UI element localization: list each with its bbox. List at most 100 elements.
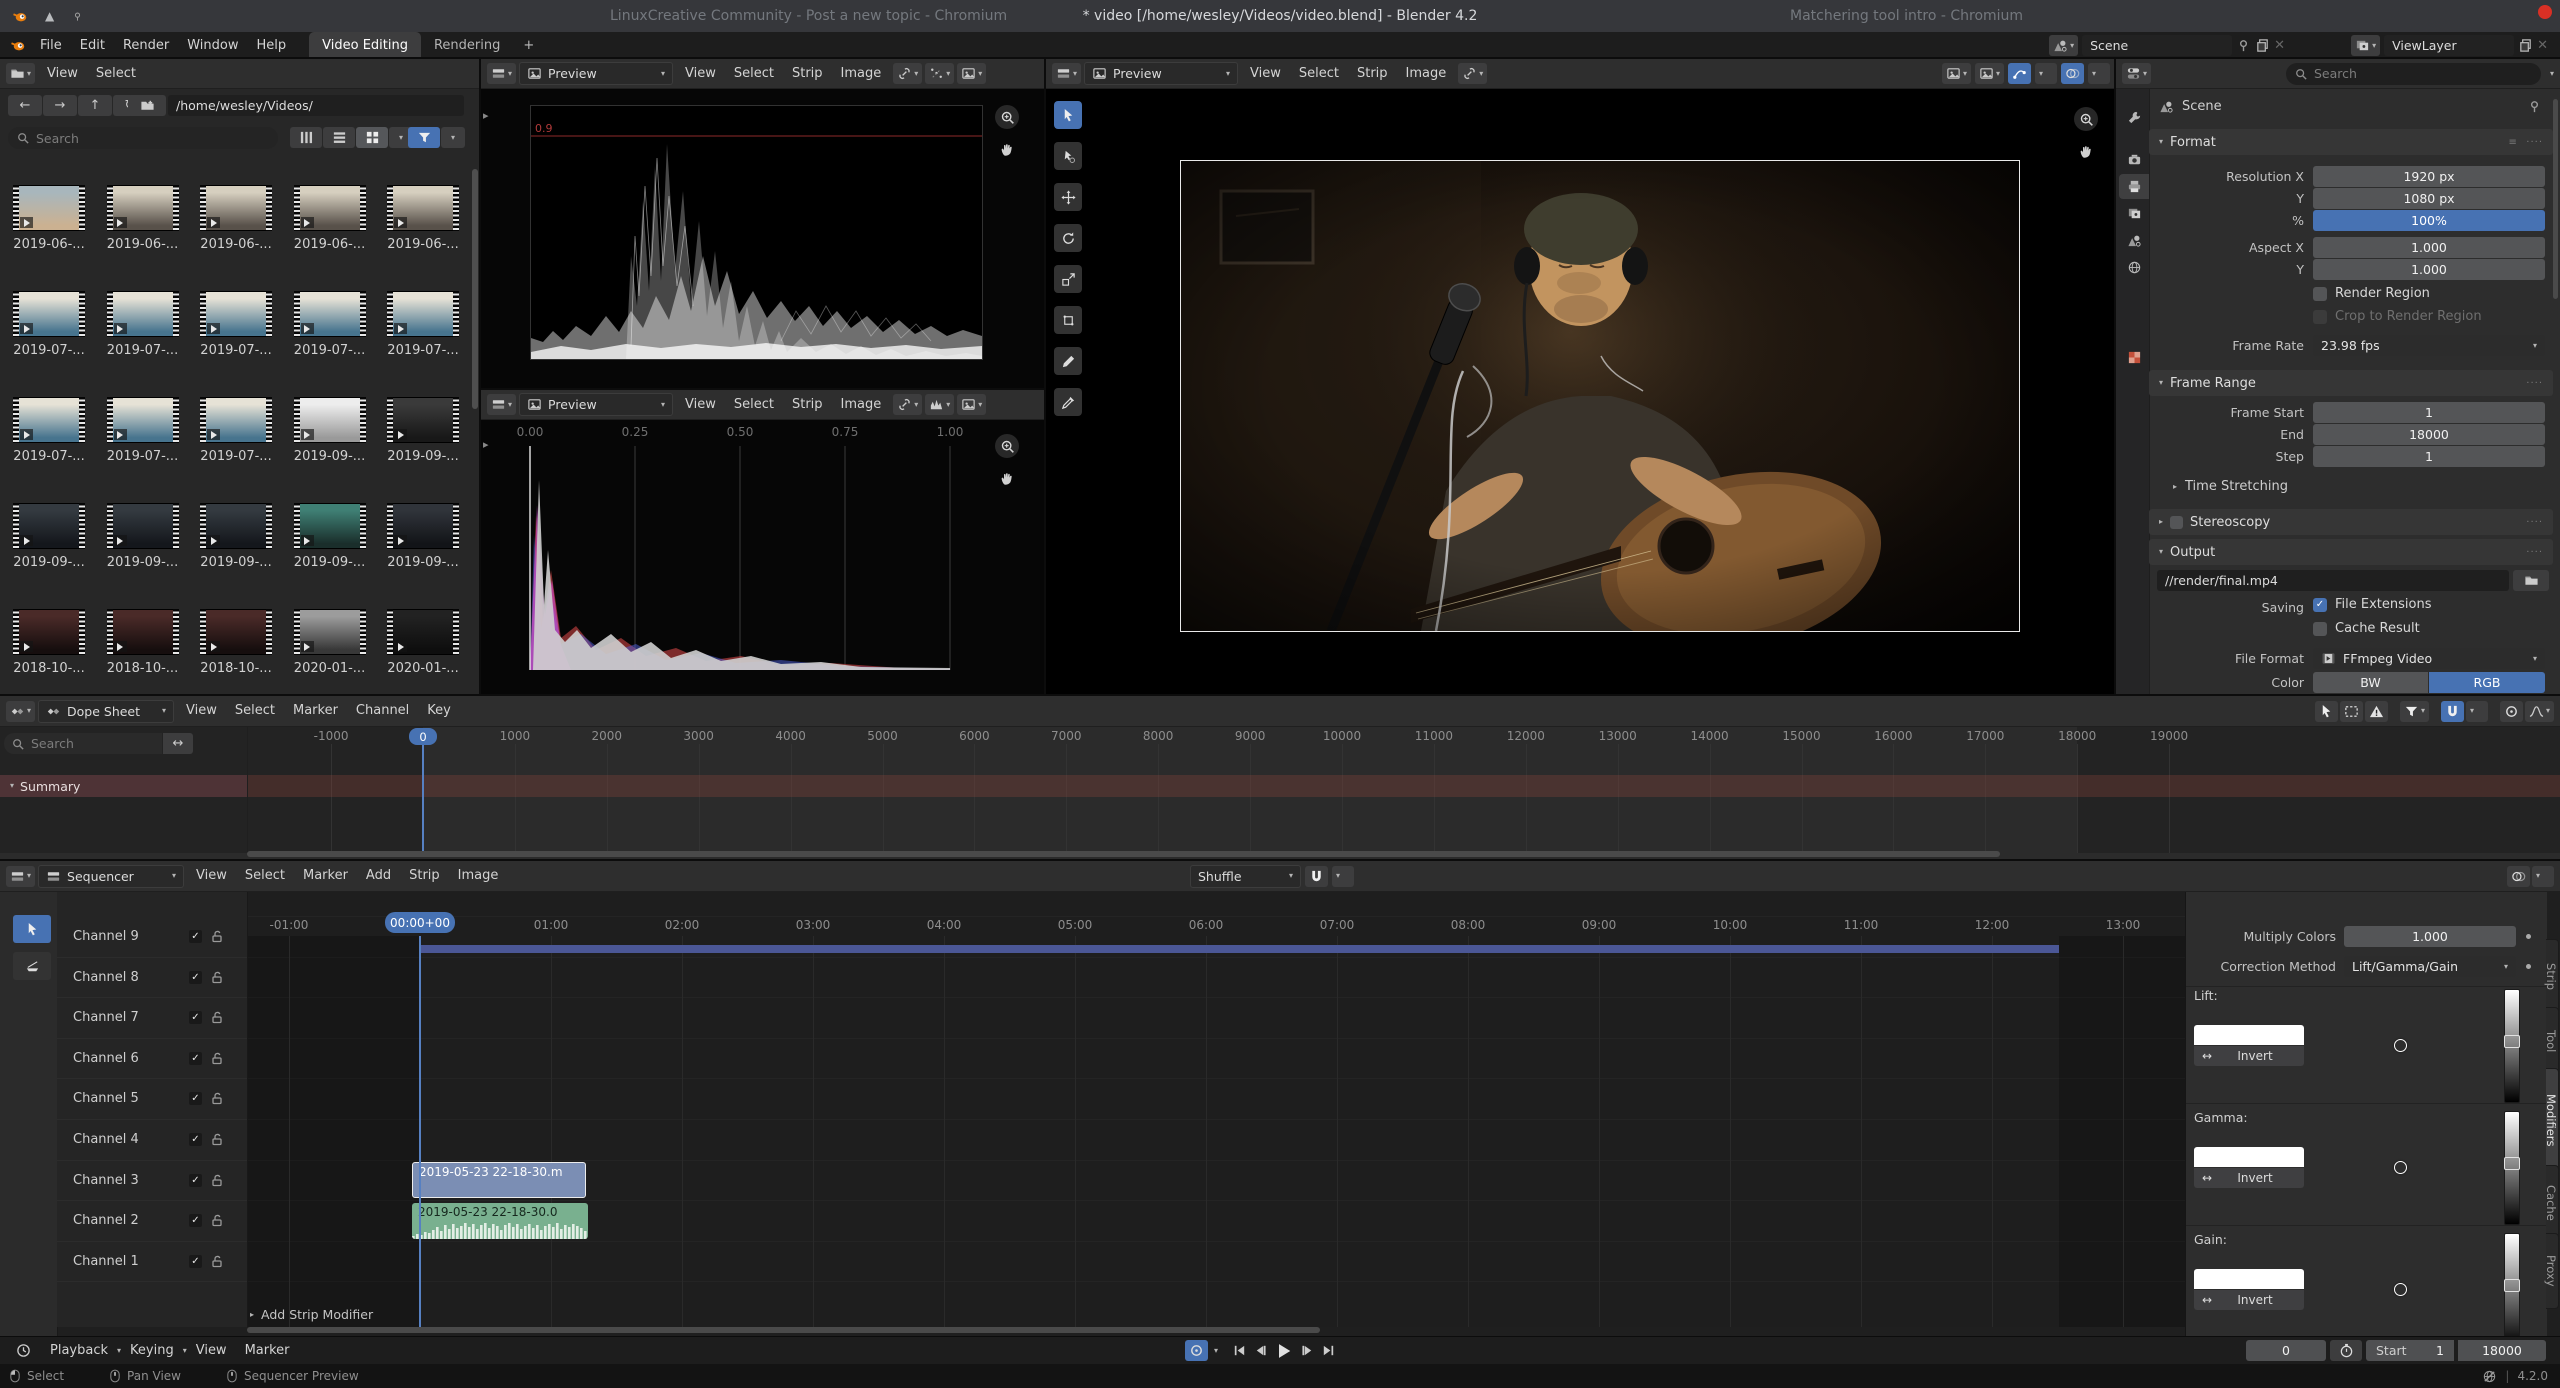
scene-selector[interactable]: ▾	[2049, 35, 2079, 56]
gamma-invert-button[interactable]: ↔ Invert	[2194, 1168, 2304, 1188]
file-thumbnail[interactable]	[387, 291, 459, 337]
prev-keyframe-button[interactable]	[1253, 1343, 1268, 1358]
sidebar-toggle-arrow[interactable]: ▸	[483, 109, 489, 122]
channel-mute-checkbox[interactable]: ✓	[189, 1011, 202, 1025]
render-region-checkbox[interactable]	[2313, 286, 2327, 301]
blade-tool[interactable]	[13, 952, 51, 980]
snapping-toggle[interactable]	[2440, 700, 2464, 722]
current-frame-badge[interactable]: 0	[409, 728, 437, 745]
path-field[interactable]: /home/wesley/Videos/	[168, 95, 464, 116]
menu-strip[interactable]: Strip	[1348, 59, 1397, 88]
properties-search-input[interactable]: Search	[2285, 62, 2541, 85]
sequencer-view-dropdown[interactable]: Sequencer ▾	[38, 864, 185, 888]
crop-render-region-checkbox[interactable]	[2313, 309, 2327, 324]
gamma-color-wheel[interactable]	[2344, 1111, 2456, 1223]
select-box-tool[interactable]	[1054, 101, 1082, 129]
channel-lock-icon[interactable]	[210, 1010, 224, 1024]
only-selected-toggle[interactable]	[2314, 700, 2338, 722]
channel-lock-icon[interactable]	[210, 1091, 224, 1105]
properties-filter-dropdown[interactable]: ▾	[2550, 69, 2554, 78]
summary-keyframe-row[interactable]	[0, 775, 2560, 797]
menu-view[interactable]: View	[676, 390, 725, 419]
channel-lock-icon[interactable]	[210, 1132, 224, 1146]
move-tool[interactable]	[1054, 183, 1082, 211]
channel-mute-checkbox[interactable]: ✓	[189, 1051, 202, 1065]
channel-lock-icon[interactable]	[210, 929, 224, 943]
zoom-gizmo[interactable]	[2074, 107, 2098, 131]
transform-tool[interactable]	[1054, 306, 1082, 334]
file-thumbnail[interactable]	[293, 185, 366, 231]
menu-file[interactable]: File	[31, 31, 71, 61]
resolution-y-field[interactable]: 1080 px	[2313, 188, 2545, 209]
gizmos-toggle[interactable]	[2008, 63, 2031, 84]
menu-render[interactable]: Render	[114, 31, 178, 61]
snapping-dropdown[interactable]: ▾	[925, 63, 955, 84]
gamma-color-swatch[interactable]	[2194, 1147, 2304, 1167]
new-scene-icon[interactable]	[2255, 38, 2270, 53]
file-thumbnail[interactable]	[293, 609, 366, 655]
menu-select[interactable]: Select	[226, 696, 284, 726]
view-type-dropdown[interactable]: Preview ▾	[1084, 62, 1239, 85]
seq-snapping-toggle[interactable]	[1305, 865, 1328, 887]
tab-view-layer[interactable]	[2119, 201, 2149, 226]
link-dropdown[interactable]: ▾	[893, 394, 923, 415]
view-layer-field[interactable]: ViewLayer	[2384, 35, 2515, 56]
slider-handle[interactable]	[2504, 1278, 2520, 1292]
file-thumbnail[interactable]	[200, 609, 272, 655]
menu-view[interactable]: View	[177, 696, 226, 726]
scene-name-field[interactable]: Scene	[2082, 35, 2233, 56]
lift-color-wheel[interactable]	[2344, 989, 2456, 1101]
menu-view[interactable]: View	[676, 59, 725, 88]
link-dropdown[interactable]: ▾	[1458, 63, 1488, 84]
file-thumbnail[interactable]	[387, 397, 459, 443]
browse-output-button[interactable]	[2513, 570, 2549, 591]
pin-scene-icon[interactable]	[2236, 38, 2251, 53]
aspect-y-field[interactable]: 1.000	[2313, 259, 2545, 280]
frame-start-field[interactable]: Start 1	[2366, 1340, 2454, 1361]
dope-timeline[interactable]: -1000 0 1000 2000 3000 4000 5000 6000 7000 8000 90…	[0, 727, 2560, 853]
playhead[interactable]	[422, 745, 424, 853]
menu-add[interactable]: Add	[357, 861, 400, 891]
file-thumbnail[interactable]	[200, 397, 272, 443]
filter-dropdown[interactable]: ▾	[2399, 700, 2429, 722]
menu-image[interactable]: Image	[449, 861, 508, 891]
link-dropdown[interactable]: ▾	[893, 63, 923, 84]
sidebar-tab-cache[interactable]: Cache	[2544, 1164, 2559, 1241]
play-button[interactable]	[1274, 1341, 1294, 1361]
color-bw-option[interactable]: BW	[2313, 672, 2428, 693]
file-thumbnail[interactable]	[200, 185, 272, 231]
menu-help[interactable]: Help	[248, 31, 296, 61]
sidebar-tab-tool[interactable]: Tool	[2544, 1007, 2559, 1076]
file-thumbnail[interactable]	[106, 609, 179, 655]
seq-h-scrollbar[interactable]	[247, 1327, 1320, 1333]
menu-channel[interactable]: Channel	[347, 696, 418, 726]
jump-to-start-button[interactable]	[1232, 1343, 1247, 1358]
stereoscopy-panel-header[interactable]: ▸ Stereoscopy ····	[2149, 509, 2553, 535]
overlays-toggle[interactable]	[2061, 63, 2084, 84]
file-extensions-checkbox[interactable]: ✓	[2313, 597, 2327, 612]
filter-toggle-button[interactable]	[408, 127, 440, 148]
frame-end-field[interactable]: 18000	[2458, 1340, 2546, 1361]
filter-settings-dropdown[interactable]: ▾	[441, 127, 465, 148]
slider-handle[interactable]	[2504, 1034, 2520, 1048]
back-button[interactable]: ←	[8, 95, 42, 116]
current-frame-field[interactable]: 0	[2246, 1340, 2326, 1361]
playback-sync-button[interactable]	[1185, 1340, 1208, 1361]
menu-select[interactable]: Select	[725, 390, 783, 419]
file-thumbnail[interactable]	[387, 503, 459, 549]
lift-invert-button[interactable]: ↔ Invert	[2194, 1046, 2304, 1066]
animate-dot[interactable]	[2526, 934, 2531, 939]
playback-menu-marker[interactable]: Marker	[236, 1336, 299, 1366]
tab-tool[interactable]	[2119, 105, 2149, 130]
file-thumbnail[interactable]	[13, 397, 85, 443]
frame-end-field[interactable]: 18000	[2313, 424, 2545, 445]
sidebar-tab-strip[interactable]: Strip	[2544, 939, 2559, 1015]
stereoscopy-checkbox[interactable]	[2170, 515, 2184, 529]
menu-window[interactable]: Window	[178, 31, 247, 61]
pan-gizmo[interactable]	[995, 137, 1019, 161]
menu-edit[interactable]: Edit	[71, 31, 114, 61]
zoom-gizmo[interactable]	[995, 105, 1019, 129]
tab-texture[interactable]	[2119, 345, 2149, 370]
dope-mode-dropdown[interactable]: Dope Sheet ▾	[38, 699, 175, 723]
properties-scrollbar[interactable]	[2553, 99, 2558, 299]
